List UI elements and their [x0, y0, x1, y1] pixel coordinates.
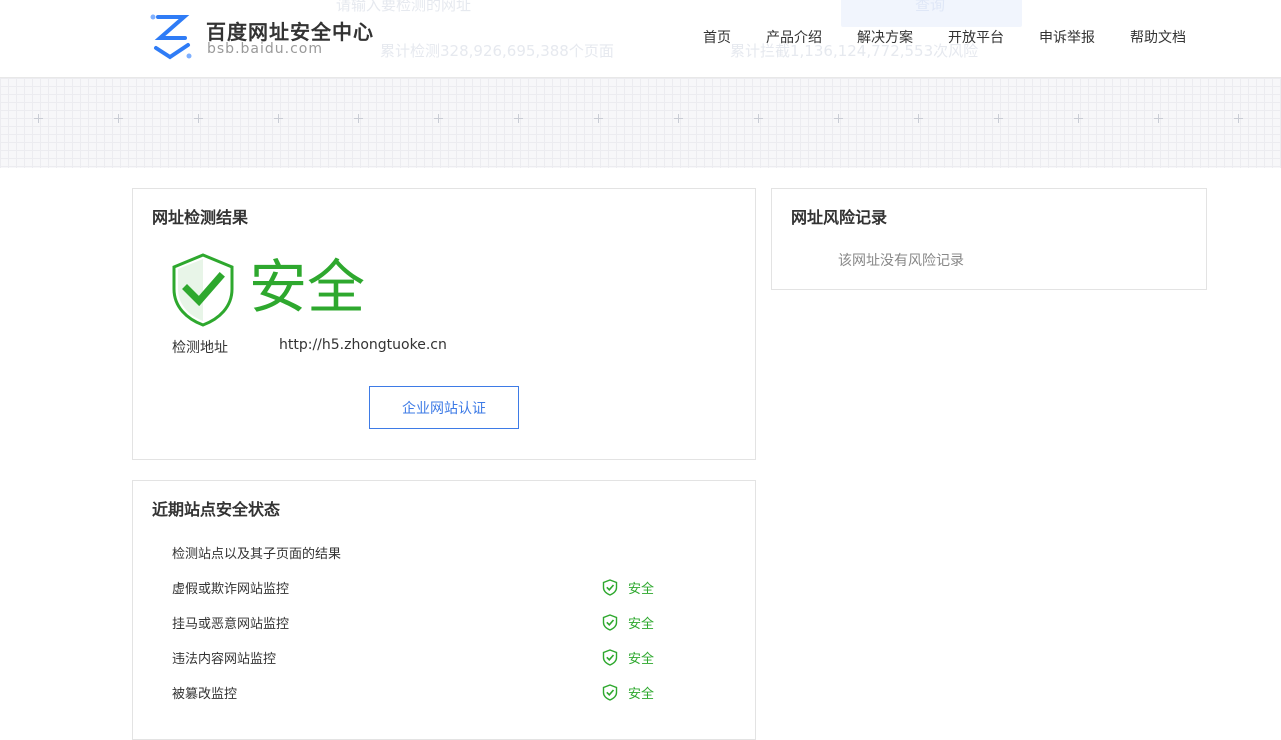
- ghost-search-placeholder: 请输入要检测的网址: [336, 0, 472, 14]
- shield-check-icon: [602, 649, 618, 666]
- status-subtitle: 检测站点以及其子页面的结果: [172, 547, 342, 562]
- checked-url-value: http://h5.zhongtuoke.cn: [279, 337, 447, 353]
- ghost-stat-pages: 累计检测328,926,695,388个页面: [380, 42, 614, 60]
- grid-plus-mark: [674, 114, 684, 124]
- grid-plus-mark: [354, 114, 364, 124]
- grid-plus-mark: [1154, 114, 1164, 124]
- verdict-text: 安全: [249, 253, 366, 321]
- result-panel-title: 网址检测结果: [152, 208, 249, 227]
- status-row-label: 违法内容网站监控: [172, 652, 277, 667]
- result-panel: 网址检测结果 安全 检测地址 http://h5.zhongtuoke.cn 企…: [132, 188, 756, 460]
- status-row-value: 安全: [628, 652, 655, 667]
- nav-home[interactable]: 首页: [703, 27, 731, 47]
- nav-help-docs[interactable]: 帮助文档: [1130, 27, 1186, 47]
- grid-plus-mark: [834, 114, 844, 124]
- status-row-value: 安全: [628, 687, 655, 702]
- nav-solutions[interactable]: 解决方案: [857, 27, 913, 47]
- status-row-label: 虚假或欺诈网站监控: [172, 582, 290, 597]
- grid-plus-mark: [994, 114, 1004, 124]
- nav-report[interactable]: 申诉举报: [1039, 27, 1095, 47]
- no-risk-text: 该网址没有风险记录: [838, 253, 964, 269]
- banner-grid: [0, 78, 1281, 168]
- brand-domain: bsb.baidu.com: [207, 41, 323, 57]
- grid-plus-mark: [114, 114, 124, 124]
- shield-check-icon: [602, 684, 618, 701]
- top-header: 请输入要检测的网址 查询 累计检测328,926,695,388个页面 累计拦截…: [0, 0, 1281, 78]
- grid-plus-mark: [514, 114, 524, 124]
- nav-open-platform[interactable]: 开放平台: [948, 27, 1004, 47]
- ghost-query-label: 查询: [915, 0, 946, 14]
- grid-plus-mark: [594, 114, 604, 124]
- ghost-query-button: 查询: [841, 0, 1022, 27]
- shield-check-icon: [602, 614, 618, 631]
- recent-status-panel: 近期站点安全状态 检测站点以及其子页面的结果 虚假或欺诈网站监控 安全 挂马或恶…: [132, 480, 756, 740]
- status-panel-title: 近期站点安全状态: [152, 500, 281, 519]
- status-row-label: 被篡改监控: [172, 687, 238, 702]
- checked-url-label: 检测地址: [172, 340, 228, 356]
- shield-check-icon: [172, 253, 234, 327]
- grid-plus-mark: [754, 114, 764, 124]
- grid-plus-mark: [34, 114, 44, 124]
- baidu-bsb-logo[interactable]: [148, 12, 194, 62]
- enterprise-cert-button[interactable]: 企业网站认证: [369, 386, 519, 429]
- status-row-label: 挂马或恶意网站监控: [172, 617, 290, 632]
- grid-plus-mark: [1234, 114, 1244, 124]
- grid-plus-mark: [434, 114, 444, 124]
- status-row-value: 安全: [628, 617, 655, 632]
- grid-plus-mark: [274, 114, 284, 124]
- risk-record-panel: 网址风险记录 该网址没有风险记录: [771, 188, 1207, 290]
- nav-products[interactable]: 产品介绍: [766, 27, 822, 47]
- risk-panel-title: 网址风险记录: [791, 208, 888, 227]
- shield-check-icon: [602, 579, 618, 596]
- grid-plus-mark: [914, 114, 924, 124]
- grid-plus-mark: [194, 114, 204, 124]
- grid-plus-mark: [1074, 114, 1084, 124]
- status-row-value: 安全: [628, 582, 655, 597]
